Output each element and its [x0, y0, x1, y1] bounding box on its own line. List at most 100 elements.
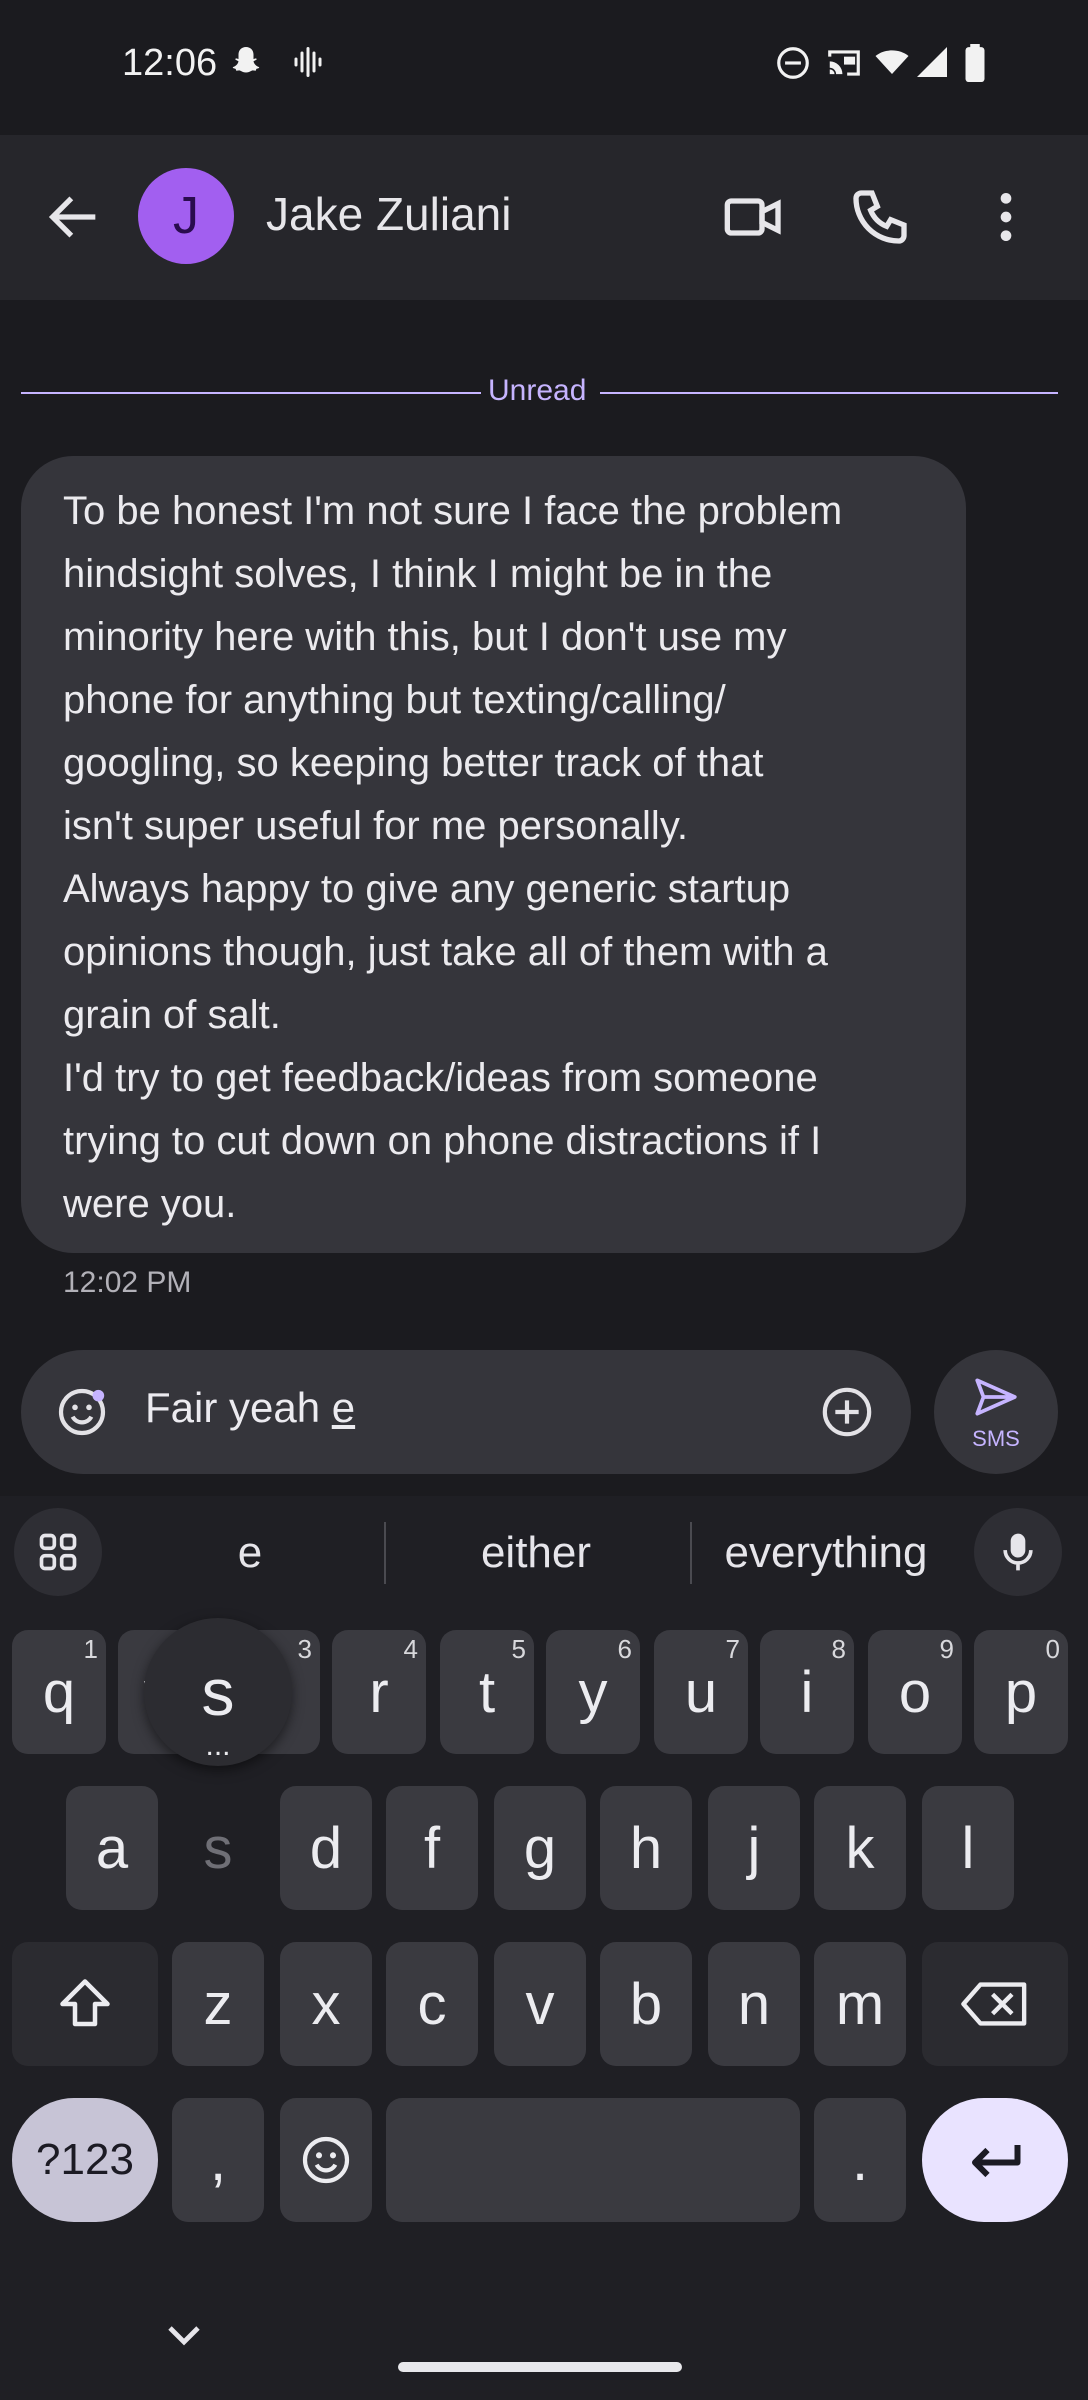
- send-icon: [975, 1378, 1017, 1416]
- key-hint: 3: [297, 1634, 312, 1664]
- suggestion-divider: [384, 1522, 386, 1584]
- key-label: j: [747, 1815, 761, 1881]
- message-input-text: Fair yeah: [145, 1384, 332, 1431]
- key-o[interactable]: o9: [868, 1630, 962, 1754]
- voice-input-button[interactable]: [974, 1508, 1062, 1596]
- key-c[interactable]: c: [386, 1942, 478, 2066]
- message-input[interactable]: Fair yeah e: [145, 1384, 355, 1432]
- key-label: v: [525, 1971, 555, 2037]
- key-v[interactable]: v: [494, 1942, 586, 2066]
- status-bar: 12:06: [0, 0, 1088, 135]
- shift-key[interactable]: [12, 1942, 158, 2066]
- key-label: m: [835, 1971, 885, 2037]
- period-key[interactable]: .: [814, 2098, 906, 2222]
- message-input-composing: e: [331, 1384, 356, 1431]
- backspace-key[interactable]: [922, 1942, 1068, 2066]
- enter-key[interactable]: [922, 2098, 1068, 2222]
- key-x[interactable]: x: [280, 1942, 372, 2066]
- signal-icon: [917, 47, 947, 77]
- send-button[interactable]: SMS: [934, 1350, 1058, 1474]
- key-z[interactable]: z: [172, 1942, 264, 2066]
- key-j[interactable]: j: [708, 1786, 800, 1910]
- contact-name[interactable]: Jake Zuliani: [266, 187, 511, 241]
- send-sms-label: SMS: [972, 1426, 1020, 1451]
- key-label: s: [203, 1815, 233, 1881]
- apps-grid-icon: [39, 1533, 77, 1571]
- space-key[interactable]: [386, 2098, 800, 2222]
- key-i[interactable]: i8: [760, 1630, 854, 1754]
- symbols-key[interactable]: ?123: [12, 2098, 158, 2222]
- key-hint: 6: [617, 1634, 632, 1664]
- key-hint: 0: [1045, 1634, 1060, 1664]
- popup-key-label: s: [201, 1655, 235, 1729]
- key-label: z: [203, 1971, 233, 2037]
- message-composer: Fair yeah e: [21, 1350, 911, 1474]
- key-f[interactable]: f: [386, 1786, 478, 1910]
- unread-divider-right: [600, 392, 1058, 394]
- wifi-icon: [875, 50, 909, 74]
- key-a[interactable]: a: [66, 1786, 158, 1910]
- key-r[interactable]: r4: [332, 1630, 426, 1754]
- emoji-smiley-icon: [302, 2136, 350, 2184]
- key-hint: 5: [511, 1634, 526, 1664]
- suggestion-2[interactable]: either: [420, 1528, 652, 1578]
- key-q[interactable]: q1: [12, 1630, 106, 1754]
- keyboard-menu-button[interactable]: [14, 1508, 102, 1596]
- voicemail-icon: [294, 47, 322, 77]
- key-label: l: [961, 1815, 975, 1881]
- key-hint: 4: [403, 1634, 418, 1664]
- key-y[interactable]: y6: [546, 1630, 640, 1754]
- phone-call-icon[interactable]: [848, 185, 912, 249]
- suggestion-1[interactable]: e: [200, 1528, 300, 1578]
- key-k[interactable]: k: [814, 1786, 906, 1910]
- key-label: h: [629, 1815, 663, 1881]
- key-label: a: [95, 1815, 129, 1881]
- key-hint: 1: [83, 1634, 98, 1664]
- more-options-icon[interactable]: [974, 185, 1038, 249]
- home-indicator[interactable]: [398, 2362, 682, 2372]
- snapchat-icon: [232, 47, 260, 73]
- key-l[interactable]: l: [922, 1786, 1014, 1910]
- message-bubble[interactable]: To be honest I'm not sure I face the pro…: [21, 456, 966, 1253]
- key-label: y: [578, 1659, 608, 1725]
- key-label: n: [737, 1971, 771, 2037]
- message-text: To be honest I'm not sure I face the pro…: [63, 489, 843, 1226]
- status-time: 12:06: [122, 42, 218, 84]
- key-s[interactable]: s: [172, 1786, 264, 1910]
- key-m[interactable]: m: [814, 1942, 906, 2066]
- key-p[interactable]: p0: [974, 1630, 1068, 1754]
- key-label: c: [417, 1971, 447, 2037]
- key-label: f: [423, 1815, 441, 1881]
- key-label: u: [684, 1659, 718, 1725]
- suggestion-divider: [690, 1522, 692, 1584]
- cast-icon: [828, 50, 860, 76]
- do-not-disturb-icon: [777, 47, 809, 79]
- attach-plus-icon[interactable]: [819, 1384, 875, 1440]
- enter-arrow-icon: [972, 2145, 1021, 2178]
- emoji-key[interactable]: [280, 2098, 372, 2222]
- message-timestamp: 12:02 PM: [63, 1266, 192, 1299]
- key-d[interactable]: d: [280, 1786, 372, 1910]
- back-arrow-icon[interactable]: [42, 185, 106, 249]
- key-b[interactable]: b: [600, 1942, 692, 2066]
- key-label: o: [898, 1659, 932, 1725]
- avatar[interactable]: J: [138, 168, 234, 264]
- chevron-down-icon[interactable]: [160, 2316, 208, 2356]
- suggestion-3[interactable]: everything: [700, 1528, 952, 1578]
- key-n[interactable]: n: [708, 1942, 800, 2066]
- key-label: g: [523, 1815, 557, 1881]
- key-label: i: [800, 1659, 814, 1725]
- key-label: k: [845, 1815, 875, 1881]
- key-press-popup: s ...: [144, 1618, 292, 1766]
- emoji-picker-icon[interactable]: [54, 1384, 110, 1440]
- key-label: x: [311, 1971, 341, 2037]
- comma-key[interactable]: ,: [172, 2098, 264, 2222]
- shift-arrow-icon: [60, 1979, 110, 2027]
- key-u[interactable]: u7: [654, 1630, 748, 1754]
- key-label: d: [309, 1815, 343, 1881]
- key-g[interactable]: g: [494, 1786, 586, 1910]
- video-call-icon[interactable]: [722, 185, 786, 249]
- key-h[interactable]: h: [600, 1786, 692, 1910]
- backspace-icon: [961, 1982, 1027, 2026]
- key-t[interactable]: t5: [440, 1630, 534, 1754]
